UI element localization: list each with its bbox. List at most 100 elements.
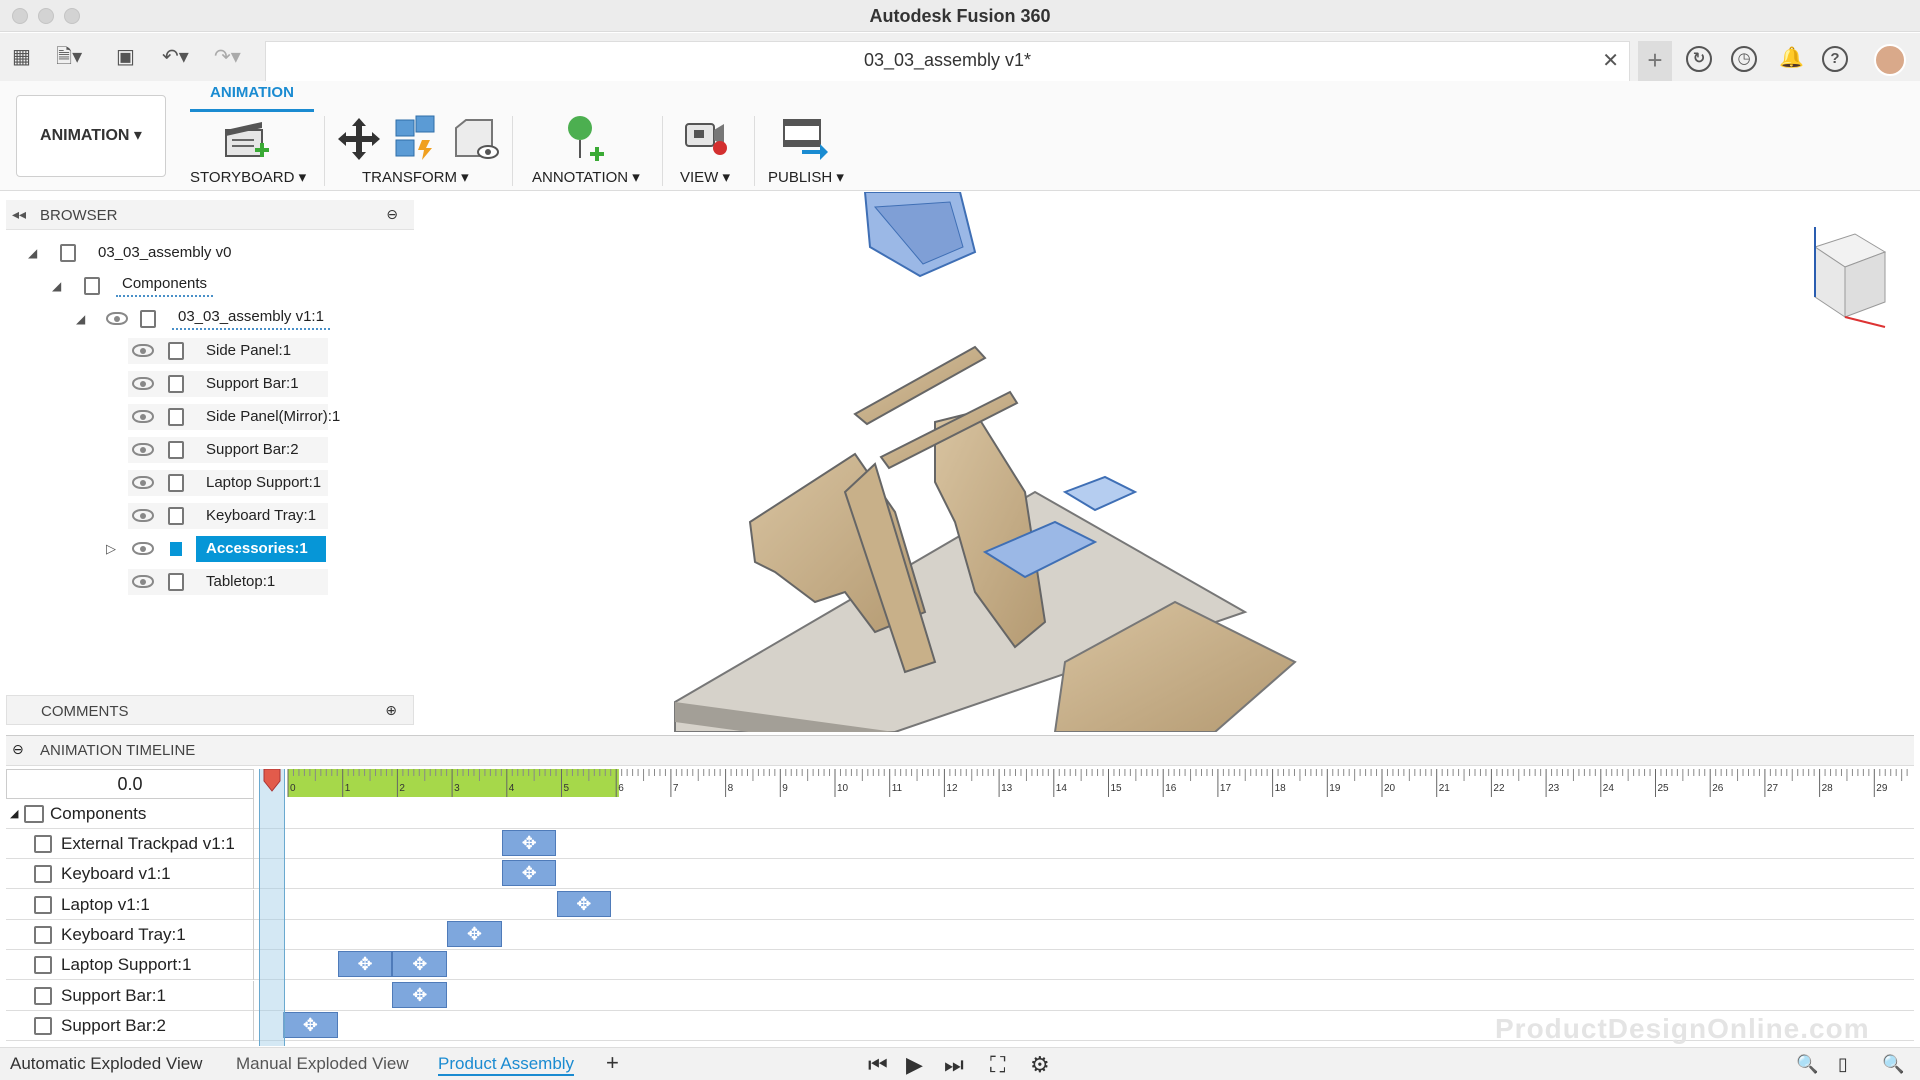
transform-components-icon[interactable] [336,116,382,162]
playhead-indicator[interactable] [259,769,285,1046]
user-avatar[interactable] [1874,44,1906,76]
storyboard-tab[interactable]: Manual Exploded View [236,1054,409,1074]
move-keyframe-block[interactable]: ✥ [501,830,557,856]
new-storyboard-icon[interactable] [222,116,272,164]
record-view-icon[interactable] [682,116,732,162]
timeline-row[interactable]: Laptop Support:1 ✥ ✥ [6,950,1914,981]
collapse-browser-icon[interactable]: ◂◂ [12,206,26,223]
timeline-row-name: Support Bar:2 [61,1015,166,1035]
tree-root[interactable]: ◢ 03_03_assembly v0 [28,240,368,266]
collapse-timeline-icon[interactable]: ⊖ [12,741,24,758]
browser-item[interactable]: Tabletop:1 [96,569,396,595]
visibility-eye-icon[interactable] [132,443,154,456]
show-hide-icon[interactable] [452,116,500,164]
add-storyboard-button[interactable]: + [606,1050,619,1076]
zoom-in-icon[interactable]: 🔍 [1882,1054,1904,1075]
move-keyframe-block[interactable]: ✥ [392,981,448,1008]
move-keyframe-block[interactable]: ✥ [283,1011,338,1038]
timeline-row[interactable]: Laptop v1:1 ✥ [6,889,1914,920]
title-bar: Autodesk Fusion 360 [0,0,1920,32]
history-clock-icon[interactable]: ◷ [1731,46,1757,72]
component-icon [34,986,52,1005]
visibility-eye-icon[interactable] [132,542,154,555]
visibility-eye-icon[interactable] [132,509,154,522]
transform-group-label[interactable]: TRANSFORM ▾ [362,168,469,186]
job-status-icon[interactable]: ↻ [1686,46,1712,72]
workspace-switcher-button[interactable]: ANIMATION ▾ [16,95,166,177]
expand-triangle-icon[interactable]: ◢ [52,273,61,299]
save-icon[interactable]: ▣ [116,45,135,69]
go-to-start-icon[interactable]: ⏮ [868,1052,888,1078]
visibility-eye-icon[interactable] [132,476,154,489]
component-icon [34,925,52,944]
help-icon[interactable]: ? [1822,46,1848,72]
new-tab-button[interactable]: + [1638,41,1672,81]
redo-icon[interactable]: ↷▾ [214,45,241,69]
ruler-tick-label: 20 [1384,783,1396,794]
create-callout-icon[interactable] [562,114,612,164]
close-tab-icon[interactable]: ✕ [1602,48,1619,73]
expand-triangle-icon[interactable]: ◢ [76,306,85,332]
storyboard-tab[interactable]: Product Assembly [438,1054,575,1076]
tree-components[interactable]: ◢ Components [52,273,352,299]
notifications-bell-icon[interactable]: 🔔 [1779,46,1804,70]
design-canvas[interactable] [415,192,1920,732]
expand-triangle-icon[interactable]: ◢ [28,240,37,266]
expand-triangle-icon[interactable]: ◢ [10,799,18,829]
annotation-group-label[interactable]: ANNOTATION ▾ [532,168,640,186]
playhead-marker-icon[interactable] [260,769,284,793]
zoom-out-icon[interactable]: 🔍 [1796,1054,1818,1075]
browser-item[interactable]: Side Panel:1 [96,338,396,364]
browser-item[interactable]: ▷ Accessories:1 [96,536,396,562]
document-tab[interactable]: 03_03_assembly v1* ✕ [265,41,1630,81]
auto-explode-icon[interactable] [392,114,440,162]
timeline-row[interactable]: External Trackpad v1:1 ✥ [6,829,1914,859]
timeline-row[interactable]: Keyboard v1:1 ✥ [6,859,1914,890]
visibility-eye-icon[interactable] [132,575,154,588]
browser-item[interactable]: Support Bar:1 [96,371,396,397]
fit-timeline-icon[interactable]: ▯ [1838,1054,1848,1075]
add-comment-icon[interactable]: ⊕ [385,702,397,719]
view-group-label[interactable]: VIEW ▾ [680,168,730,186]
component-icon [168,375,184,393]
expand-triangle-icon[interactable]: ▷ [106,536,116,562]
move-keyframe-block[interactable]: ✥ [337,951,393,978]
exploded-assembly-model [674,192,1297,732]
view-cube-icon[interactable] [1785,222,1895,332]
publish-group-label[interactable]: PUBLISH ▾ [768,168,844,186]
browser-minus-icon[interactable]: ⊖ [386,206,398,223]
data-panel-grid-icon[interactable]: ▦ [12,45,31,69]
timeline-ruler[interactable]: 0 1 2 3 4 5 6 7 8 9 10 11 12 13 14 15 16 17 18 19 20 21 22 23 24… [259,769,1914,799]
browser-item[interactable]: Support Bar:2 [96,437,396,463]
visibility-eye-icon[interactable] [106,312,128,325]
move-keyframe-block[interactable]: ✥ [392,951,448,978]
tab-animation[interactable]: ANIMATION [190,84,314,112]
visibility-eye-icon[interactable] [132,410,154,423]
move-keyframe-block[interactable]: ✥ [556,890,612,917]
timeline-row[interactable]: Keyboard Tray:1 ✥ [6,919,1914,950]
timeline-row[interactable]: Support Bar:1 ✥ [6,980,1914,1011]
file-menu-icon[interactable]: 🗎▾ [56,45,82,69]
publish-video-icon[interactable] [780,116,830,162]
visibility-eye-icon[interactable] [132,344,154,357]
timeline-group-row[interactable]: ◢ Components [6,799,1914,829]
go-to-end-icon[interactable]: ⏭ [944,1052,964,1078]
view-toggle-icon[interactable]: ⛶ [990,1052,1005,1078]
move-keyframe-block[interactable]: ✥ [447,920,502,947]
settings-gear-icon[interactable]: ⚙ [1030,1052,1050,1078]
ruler-tick-label: 18 [1275,783,1287,794]
browser-item[interactable]: Keyboard Tray:1 [96,503,396,529]
ruler-tick-label: 16 [1165,783,1177,794]
play-icon[interactable]: ▶ [906,1052,923,1078]
move-keyframe-block[interactable]: ✥ [501,860,557,887]
tree-root-label: 03_03_assembly v0 [98,244,232,261]
current-time-field[interactable]: 0.0 [6,769,254,799]
storyboard-group-label[interactable]: STORYBOARD ▾ [190,168,306,186]
undo-icon[interactable]: ↶▾ [162,45,189,69]
storyboard-tab[interactable]: Automatic Exploded View [10,1054,202,1074]
ruler-tick-label: 12 [946,783,958,794]
visibility-eye-icon[interactable] [132,377,154,390]
tree-subassembly[interactable]: ◢ 03_03_assembly v1:1 [76,306,376,332]
browser-item[interactable]: Side Panel(Mirror):1 [96,404,396,430]
browser-item[interactable]: Laptop Support:1 [96,470,396,496]
